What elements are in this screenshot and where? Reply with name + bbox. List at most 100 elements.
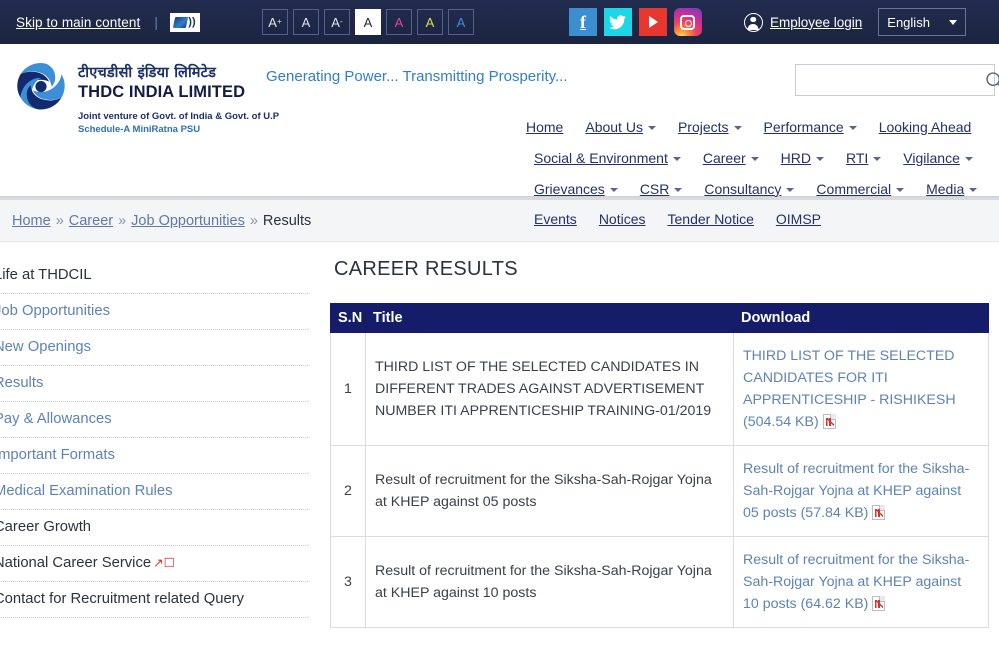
theme-magenta-button[interactable]: A (385, 9, 412, 35)
twitter-icon[interactable] (603, 8, 632, 36)
nav-item-notices[interactable]: Notices (588, 204, 657, 235)
nav-item-csr[interactable]: CSR (629, 174, 694, 205)
skip-to-main-content-link[interactable]: Skip to main content (16, 15, 140, 30)
sidebar-item-career-growth[interactable]: Career Growth (0, 510, 308, 547)
nav-item-career[interactable]: Career (692, 143, 770, 174)
theme-blue-button[interactable]: A (447, 9, 474, 35)
font-size-controls: A + A A- A A A A (261, 9, 474, 35)
sidebar-item-label: Job Opportunities (0, 303, 110, 320)
nav-label: Projects (677, 119, 729, 135)
main-panel: CAREER RESULTS S.N Title Download 1 THIR… (322, 258, 999, 648)
sidebar-item-label: National Career Service (0, 555, 152, 572)
brand-name-english: THDC INDIA LIMITED (78, 83, 246, 101)
sidebar-item-pay-allowances[interactable]: Pay & Allowances (0, 402, 308, 439)
nav-label: Vigilance (903, 149, 960, 166)
nav-item-grievances[interactable]: Grievances (523, 174, 629, 205)
search-input[interactable] (796, 65, 984, 95)
nav-item-vigilance[interactable]: Vigilance (892, 143, 984, 174)
nav-label: RTI (845, 149, 869, 166)
main-navigation: Home About Us Projects Performance Looki… (523, 112, 999, 235)
sidebar-item-label: Medical Examination Rules (0, 483, 173, 500)
theme-default-button[interactable]: A (354, 9, 381, 35)
chevron-down-icon (969, 187, 978, 192)
sidebar-item-national-career-service[interactable]: National Career Service ↗​☐ (0, 546, 308, 583)
chevron-down-icon (964, 157, 973, 162)
sidebar-item-medical-examination-rules[interactable]: Medical Examination Rules (0, 474, 308, 511)
breadcrumb-item-home[interactable]: Home (12, 213, 51, 229)
nav-item-events[interactable]: Events (523, 204, 588, 235)
font-decrease-button[interactable]: A- (323, 9, 350, 35)
site-header: टीएचडीसी इंडिया लिमिटेड THDC INDIA LIMIT… (0, 44, 999, 227)
chevron-down-icon (750, 157, 759, 162)
chevron-down-icon (949, 19, 958, 25)
row-download-cell: THIRD LIST OF THE SELECTED CANDIDATES FO… (733, 332, 989, 446)
nav-item-tender-notice[interactable]: Tender Notice (657, 204, 765, 235)
chevron-down-icon (672, 157, 681, 162)
table-row: 2 Result of recruitment for the Siksha-S… (330, 445, 989, 537)
sidebar-item-job-opportunities[interactable]: Job Opportunities (0, 294, 308, 331)
external-link-icon: ↗​☐ (153, 556, 175, 571)
sidebar-item-life-at-thdcil[interactable]: Life at THDCIL (0, 258, 308, 295)
nav-item-media[interactable]: Media (915, 174, 988, 205)
chevron-down-icon (647, 126, 656, 131)
nav-item-oimsp[interactable]: OIMSP (765, 204, 832, 235)
screen-reader-icon[interactable]: )) (169, 12, 200, 32)
employee-login-link[interactable]: Employee login (743, 12, 862, 32)
sidebar-item-label: Life at THDCIL (0, 267, 92, 283)
download-link[interactable]: Result of recruitment for the Siksha-Sah… (743, 552, 969, 612)
pdf-file-icon[interactable] (872, 596, 886, 611)
nav-label: Performance (763, 119, 844, 135)
user-avatar-icon (743, 12, 763, 32)
font-increase-button[interactable]: A + (261, 9, 288, 35)
language-select[interactable]: English (878, 8, 967, 36)
breadcrumb-separator-icon: » (118, 212, 127, 229)
sidebar-item-label: Important Formats (0, 447, 115, 464)
youtube-icon[interactable] (638, 8, 667, 36)
nav-label: Tender Notice (667, 211, 754, 228)
nav-item-performance[interactable]: Performance (753, 112, 868, 143)
chevron-down-icon (733, 126, 742, 131)
instagram-icon[interactable] (673, 8, 702, 36)
nav-item-looking-ahead[interactable]: Looking Ahead (868, 112, 983, 143)
theme-yellow-button[interactable]: A (416, 9, 443, 35)
nav-label: Commercial (816, 180, 892, 197)
facebook-icon[interactable]: f (568, 8, 597, 36)
brand-block[interactable]: टीएचडीसी इंडिया लिमिटेड THDC INDIA LIMIT… (6, 54, 279, 196)
breadcrumb-item-job-opportunities[interactable]: Job Opportunities (131, 213, 245, 229)
nav-item-about-us[interactable]: About Us (574, 112, 667, 143)
sidebar-item-important-formats[interactable]: Important Formats (0, 438, 308, 475)
download-link[interactable]: Result of recruitment for the Siksha-Sah… (743, 461, 969, 521)
breadcrumb-separator-icon: » (55, 212, 64, 229)
row-serial-number: 3 (330, 536, 366, 628)
nav-item-rti[interactable]: RTI (835, 143, 892, 174)
table-header-row: S.N Title Download (330, 303, 989, 333)
nav-item-projects[interactable]: Projects (667, 112, 753, 143)
nav-label: Career (702, 149, 746, 166)
table-row: 1 THIRD LIST OF THE SELECTED CANDIDATES … (330, 332, 989, 446)
sidebar-item-label: Results (0, 375, 44, 392)
chevron-down-icon (609, 187, 618, 192)
sidebar-item-results[interactable]: Results (0, 366, 308, 403)
header-right: Generating Power... Transmitting Prosper… (261, 54, 999, 227)
language-select-value: English (887, 14, 930, 30)
breadcrumb-separator-icon: » (249, 212, 258, 229)
page-title: CAREER RESULTS (334, 258, 518, 280)
sidebar-item-contact-recruitment-query[interactable]: Contact for Recruitment related Query (0, 582, 308, 619)
breadcrumb-item-career[interactable]: Career (69, 213, 113, 229)
font-normal-button[interactable]: A (292, 9, 319, 35)
pdf-file-icon[interactable] (872, 505, 886, 520)
pdf-file-icon[interactable] (822, 414, 836, 429)
column-header-title: Title (365, 303, 734, 333)
download-link[interactable]: THIRD LIST OF THE SELECTED CANDIDATES FO… (743, 348, 956, 430)
nav-item-consultancy[interactable]: Consultancy (693, 174, 805, 205)
column-header-sn: S.N (330, 303, 366, 333)
career-results-table: S.N Title Download 1 THIRD LIST OF THE S… (330, 303, 989, 628)
row-serial-number: 2 (330, 445, 366, 537)
sidebar-item-new-openings[interactable]: New Openings (0, 330, 308, 367)
nav-item-home[interactable]: Home (523, 112, 574, 143)
search-icon[interactable] (984, 65, 999, 95)
nav-item-hrd[interactable]: HRD (770, 143, 835, 174)
search-box[interactable] (795, 64, 999, 96)
nav-item-social-environment[interactable]: Social & Environment (523, 143, 692, 174)
nav-item-commercial[interactable]: Commercial (805, 174, 915, 205)
